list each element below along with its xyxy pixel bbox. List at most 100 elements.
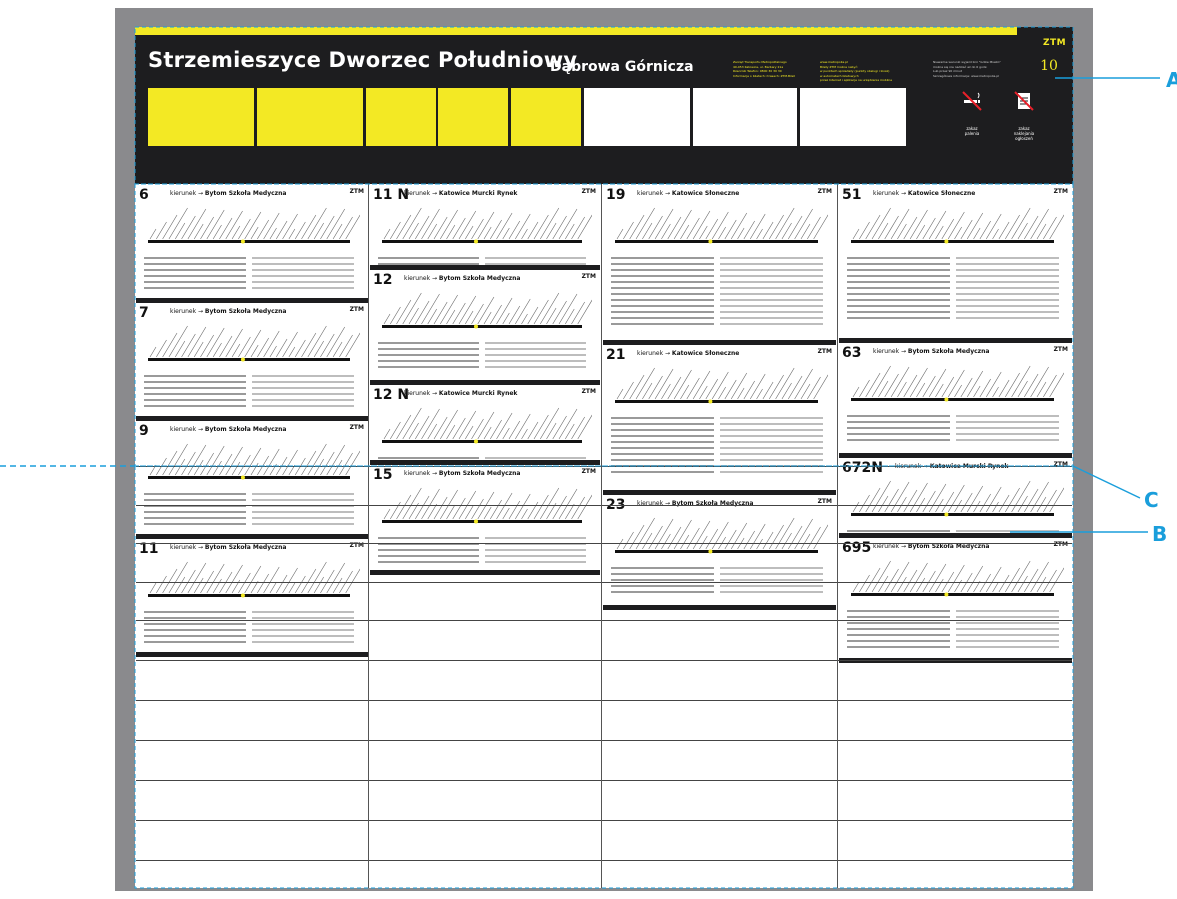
- stop-name-stroke: [552, 495, 567, 520]
- stop-name-stroke: [408, 422, 419, 440]
- stop-name-stroke: [916, 382, 926, 398]
- stop-name-stroke: [667, 216, 682, 240]
- stop-name-stroke: [477, 411, 495, 440]
- stop-name-stroke: [433, 496, 448, 520]
- departure-row: [847, 622, 950, 624]
- stop-name-stroke: [452, 217, 466, 240]
- timetable-card: 21 kierunek → Katowice Słoneczne ZTM: [603, 345, 836, 495]
- destination: Bytom Szkoła Medyczna: [204, 544, 287, 551]
- departure-row: [611, 323, 714, 325]
- route-line: [851, 240, 1054, 243]
- route-line: [382, 240, 582, 243]
- departure-row: [611, 263, 714, 265]
- stop-name-stroke: [692, 520, 711, 550]
- timetable-card: 23 kierunek → Bytom Szkoła Medyczna ZTM: [603, 495, 836, 610]
- stop-name-stroke: [320, 451, 335, 476]
- stop-name-stroke: [502, 227, 510, 240]
- departure-row: [144, 399, 246, 401]
- stop-name-stroke: [471, 218, 484, 240]
- departure-row: [720, 299, 823, 301]
- departure-row: [847, 433, 950, 435]
- stop-name-stroke: [680, 224, 690, 240]
- destination: Katowice Murcki Rynek: [438, 190, 518, 197]
- departure-row: [720, 317, 823, 319]
- departure-row: [378, 555, 479, 557]
- slot-divider: [136, 660, 1072, 661]
- stop-name-stroke: [458, 295, 477, 325]
- arrow-right-icon: →: [899, 543, 908, 550]
- stop-name-stroke: [275, 220, 288, 240]
- stop-name-stroke: [181, 215, 196, 240]
- current-stop-marker: [474, 239, 478, 244]
- departure-row: [847, 610, 950, 612]
- route-diagram: [851, 207, 1064, 244]
- departure-row: [720, 305, 823, 307]
- direction: kierunek → Bytom Szkoła Medyczna: [873, 543, 989, 550]
- stop-name-stroke: [502, 507, 510, 520]
- city-name: Dąbrowa Górnicza: [550, 59, 694, 75]
- stop-name-stroke: [903, 569, 918, 593]
- arrow-right-icon: →: [899, 190, 908, 197]
- stop-name-stroke: [250, 344, 259, 358]
- stop-name-stroke: [514, 413, 531, 440]
- ztm-mini-logo: ZTM: [581, 468, 596, 475]
- departure-row: [144, 287, 246, 289]
- timetable-card: 11 Nkierunek → Katowice Murcki Rynek ZTM: [370, 185, 600, 270]
- stop-name-stroke: [471, 498, 484, 520]
- stop-name-stroke: [878, 575, 889, 593]
- no-posters-label: zakaz naklejania ogłoszeń: [1013, 126, 1035, 141]
- departure-row: [847, 317, 950, 319]
- stop-name-stroke: [156, 575, 167, 594]
- departure-row: [144, 523, 246, 525]
- departure-row: [956, 415, 1059, 417]
- departure-row: [720, 585, 823, 587]
- stop-name-stroke: [623, 221, 634, 240]
- departure-row: [144, 623, 246, 625]
- stop-name-stroke: [642, 532, 653, 550]
- departure-row: [956, 257, 1059, 259]
- stop-name-stroke: [859, 574, 870, 593]
- stop-name-stroke: [859, 379, 870, 398]
- stop-name-stroke: [250, 226, 259, 240]
- stop-name-stroke: [521, 508, 528, 520]
- stop-name-stroke: [941, 491, 955, 513]
- stop-name-stroke: [884, 568, 899, 593]
- stop-name-stroke: [521, 313, 528, 325]
- stop-name-stroke: [521, 428, 528, 440]
- stop-name-stroke: [414, 215, 430, 240]
- stop-name-stroke: [711, 371, 729, 400]
- stop-name-stroke: [743, 530, 755, 550]
- departure-row: [378, 457, 479, 459]
- departure-row: [720, 441, 823, 443]
- stop-name-stroke: [743, 380, 755, 400]
- stop-name-stroke: [935, 578, 944, 593]
- departure-row: [611, 585, 714, 587]
- route-diagram: [148, 561, 360, 598]
- departure-row: [252, 629, 354, 631]
- stop-name-stroke: [458, 410, 477, 440]
- stop-name-stroke: [699, 385, 708, 400]
- stop-name-stroke: [313, 576, 324, 594]
- departure-row: [144, 275, 246, 277]
- stop-name-stroke: [642, 222, 653, 240]
- stop-name-stroke: [389, 221, 401, 240]
- stop-name-stroke: [294, 339, 306, 358]
- timetable-card: 9 kierunek → Bytom Szkoła Medyczna ZTM: [136, 421, 368, 539]
- stop-name-stroke: [686, 217, 700, 240]
- departure-row: [485, 257, 586, 259]
- departure-row: [485, 555, 586, 557]
- direction: kierunek → Bytom Szkoła Medyczna: [170, 190, 286, 197]
- stop-name-stroke: [433, 416, 448, 440]
- departure-row: [847, 421, 950, 423]
- stop-name-stroke: [762, 381, 774, 400]
- stop-name-stroke: [508, 500, 521, 520]
- departure-row: [378, 354, 479, 356]
- stop-name-stroke: [992, 581, 999, 593]
- stop-name-stroke: [852, 228, 860, 240]
- stop-name-stroke: [724, 379, 737, 400]
- departure-row: [956, 305, 1059, 307]
- departure-row: [611, 317, 714, 319]
- departure-row: [144, 635, 246, 637]
- route-box: [257, 88, 363, 146]
- stop-name-stroke: [552, 415, 567, 440]
